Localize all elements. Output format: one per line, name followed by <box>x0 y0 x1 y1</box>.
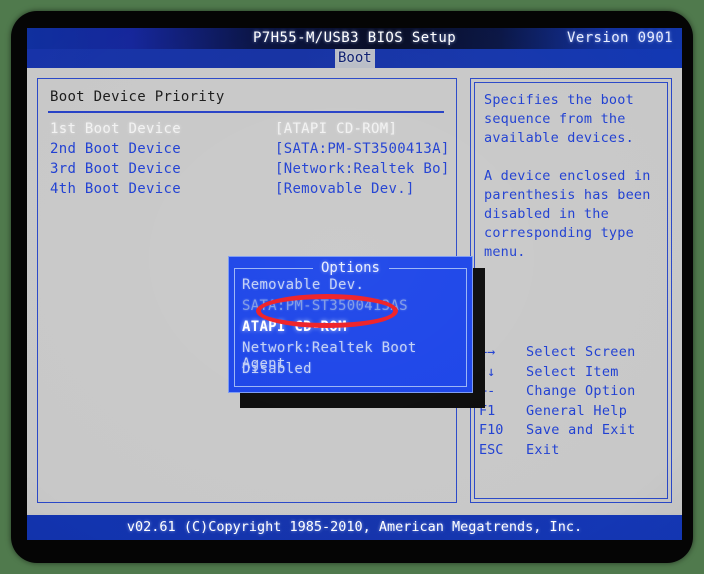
key-legend-row-select-item: ↑↓ Select Item <box>479 363 669 383</box>
option-item-network-realtek[interactable]: Network:Realtek Boot Agent <box>242 340 464 372</box>
options-list: Removable Dev. SATA:PM-ST3500413AS ATAPI… <box>242 277 464 382</box>
key-legend-label: Select Item <box>526 363 619 380</box>
bios-version: Version 0901 <box>567 30 673 46</box>
boot-row-label: 3rd Boot Device <box>50 161 181 177</box>
boot-row-1st[interactable]: 1st Boot Device [ATAPI CD-ROM] <box>38 121 456 141</box>
menu-tab-bar: Boot <box>27 49 682 68</box>
option-item-sata-hdd[interactable]: SATA:PM-ST3500413AS <box>242 298 464 319</box>
plus-minus-icon: +- <box>479 383 496 399</box>
bios-title-bar: P7H55-M/USB3 BIOS Setup Version 0901 <box>27 28 682 49</box>
section-title: Boot Device Priority <box>50 89 225 105</box>
key-legend: ←→ Select Screen ↑↓ Select Item +- Chang… <box>479 343 669 460</box>
tab-boot[interactable]: Boot <box>335 49 375 68</box>
key-legend-row-change-option: +- Change Option <box>479 382 669 402</box>
option-item-removable-dev[interactable]: Removable Dev. <box>242 277 464 298</box>
key-legend-row-select-screen: ←→ Select Screen <box>479 343 669 363</box>
bios-screen: P7H55-M/USB3 BIOS Setup Version 0901 Boo… <box>27 28 682 540</box>
key-legend-label: General Help <box>526 402 628 419</box>
section-divider <box>48 111 444 113</box>
left-right-arrow-icon: ←→ <box>479 344 496 360</box>
key-legend-label: Change Option <box>526 383 636 399</box>
key-legend-row-save-and-exit: F10 Save and Exit <box>479 421 669 441</box>
boot-row-4th[interactable]: 4th Boot Device [Removable Dev.] <box>38 181 456 201</box>
bios-footer: v02.61 (C)Copyright 1985-2010, American … <box>27 515 682 540</box>
boot-row-value[interactable]: [Network:Realtek Bo] <box>275 161 450 177</box>
f10-key-icon: F10 <box>479 422 504 438</box>
boot-row-value[interactable]: [SATA:PM-ST3500413A] <box>275 141 450 157</box>
esc-key-icon: ESC <box>479 441 504 458</box>
key-legend-row-general-help: F1 General Help <box>479 402 669 422</box>
boot-row-value[interactable]: [ATAPI CD-ROM] <box>275 121 397 137</box>
key-legend-label: Select Screen <box>526 344 636 360</box>
monitor-photo: P7H55-M/USB3 BIOS Setup Version 0901 Boo… <box>0 0 704 574</box>
up-down-arrow-icon: ↑↓ <box>479 363 496 380</box>
boot-row-label: 2nd Boot Device <box>50 141 181 157</box>
key-legend-row-exit: ESC Exit <box>479 441 669 461</box>
boot-row-2nd[interactable]: 2nd Boot Device [SATA:PM-ST3500413A] <box>38 141 456 161</box>
boot-row-3rd[interactable]: 3rd Boot Device [Network:Realtek Bo] <box>38 161 456 181</box>
key-legend-label: Save and Exit <box>526 422 636 438</box>
boot-device-list: 1st Boot Device [ATAPI CD-ROM] 2nd Boot … <box>38 121 456 201</box>
boot-row-label: 4th Boot Device <box>50 181 181 197</box>
boot-row-value[interactable]: [Removable Dev.] <box>275 181 415 197</box>
option-item-disabled[interactable]: Disabled <box>242 361 464 382</box>
option-item-atapi-cdrom[interactable]: ATAPI CD-ROM <box>242 319 464 340</box>
f1-key-icon: F1 <box>479 402 496 419</box>
options-dialog[interactable]: Options Removable Dev. SATA:PM-ST3500413… <box>228 256 473 393</box>
options-dialog-title: Options <box>312 260 389 276</box>
bios-body: Boot Device Priority 1st Boot Device [AT… <box>27 68 682 513</box>
key-legend-label: Exit <box>526 441 560 458</box>
boot-row-label: 1st Boot Device <box>50 121 181 137</box>
help-text: Specifies the boot sequence from the ava… <box>484 92 651 260</box>
help-panel: Specifies the boot sequence from the ava… <box>470 78 672 503</box>
